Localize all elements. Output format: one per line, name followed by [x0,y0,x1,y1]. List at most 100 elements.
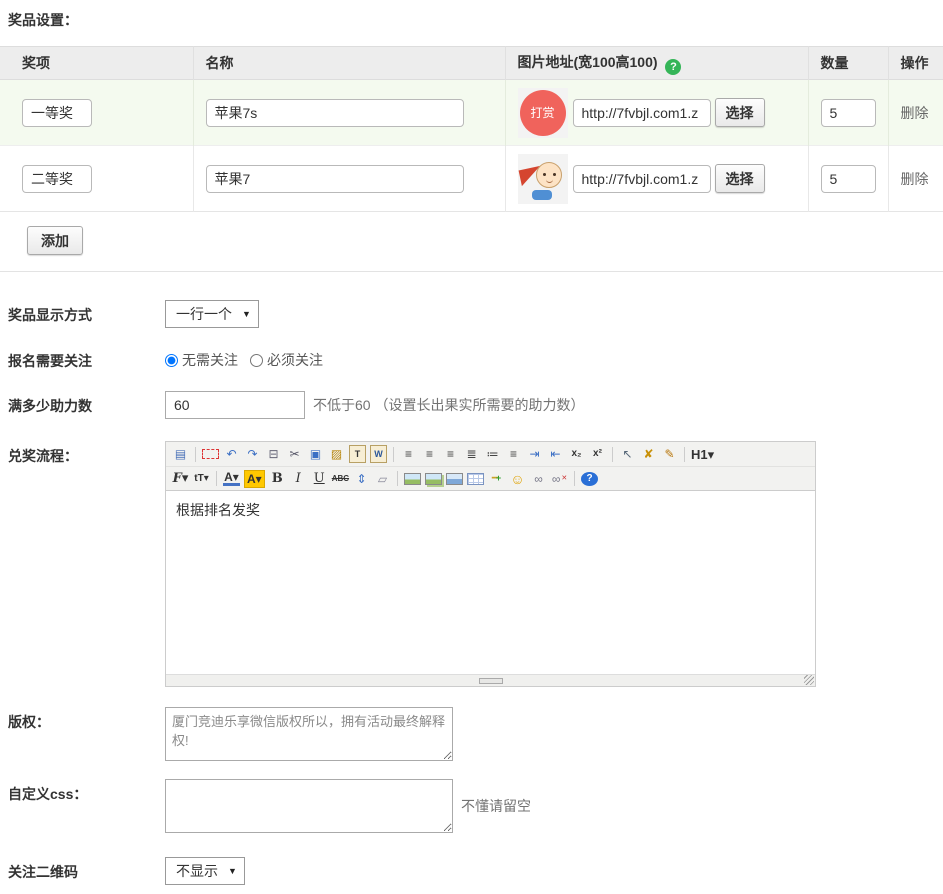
editor-statusbar [166,674,815,686]
emoticon-icon[interactable]: ☺ [509,470,526,488]
follow-none-radio[interactable] [165,354,178,367]
display-mode-select[interactable]: 一行一个 ▼ [165,300,259,328]
display-mode-row: 奖品显示方式 一行一个 ▼ [8,300,943,328]
toolbar-separator [195,447,196,462]
header-action: 操作 [888,47,943,80]
prize-title-input[interactable] [22,99,92,127]
table-row: 打赏 选择 删除 [0,80,943,146]
editor-resize-handle[interactable] [478,676,504,685]
add-prize-button[interactable]: 添加 [27,226,83,255]
toolbar-separator [397,471,398,486]
table-icon[interactable] [467,473,484,485]
follow-none-option[interactable]: 无需关注 [165,350,238,370]
eraser-icon[interactable]: ▱ [374,470,391,488]
copyright-row: 版权： 厦门竞迪乐享微信版权所以，拥有活动最终解释权! [8,707,943,761]
clear-format-icon[interactable]: ✘ [640,445,657,463]
align-right-icon[interactable]: ≡ [442,445,459,463]
undo-icon[interactable]: ↶ [223,445,240,463]
media-icon[interactable] [446,473,463,485]
custom-css-textarea[interactable] [165,779,453,833]
min-boost-input[interactable] [165,391,305,419]
quantity-input[interactable] [821,99,876,127]
copyright-label: 版权： [8,707,165,732]
prize-name-input[interactable] [206,165,464,193]
align-center-icon[interactable]: ≡ [421,445,438,463]
bold-icon[interactable]: B [269,470,286,488]
choose-image-button[interactable]: 选择 [715,98,765,127]
cut-icon[interactable]: ✂ [286,445,303,463]
justify-icon[interactable]: ≣ [463,445,480,463]
paste-icon[interactable]: ▨ [328,445,345,463]
quick-format-icon[interactable]: ✎ [661,445,678,463]
table-row: 选择 删除 [0,146,943,212]
header-quantity: 数量 [808,47,888,80]
image-icon[interactable] [404,473,421,485]
editor-corner-grip[interactable] [804,675,814,685]
settings-form: 奖品显示方式 一行一个 ▼ 报名需要关注 无需关注 必须关注 [0,300,943,894]
font-size-icon[interactable]: tT▾ [193,470,210,488]
link-icon[interactable]: ∞ [530,470,547,488]
image-url-input[interactable] [573,99,711,127]
choose-image-button[interactable]: 选择 [715,164,765,193]
editor-content[interactable]: 根据排名发奖 [166,490,815,674]
fullscreen-icon[interactable] [202,449,219,459]
outdent-icon[interactable]: ⇤ [547,445,564,463]
batch-image-icon[interactable] [425,473,442,485]
underline-icon[interactable]: U [311,470,328,488]
select-all-icon[interactable]: ↖ [619,445,636,463]
follow-must-option[interactable]: 必须关注 [250,350,323,370]
copy-icon[interactable]: ▣ [307,445,324,463]
display-mode-value: 一行一个 [176,304,232,324]
help-icon[interactable]: ? [665,59,681,75]
custom-css-label: 自定义css： [8,779,165,804]
paste-from-word-icon[interactable]: W [370,445,387,463]
toolbar-separator [216,471,217,486]
toolbar-separator [684,447,685,462]
toolbar-separator [574,471,575,486]
editor-toolbar-row2: F▾tT▾A▾A▾BIUABC⇕▱━☺∞∞? [166,466,815,490]
ordered-list-icon[interactable]: ≔ [484,445,501,463]
toolbar-separator [393,447,394,462]
header-prize: 奖项 [0,47,193,80]
heading-dropdown[interactable]: H1▾ [691,445,714,463]
header-image-url: 图片地址(宽100高100) ? [505,47,808,80]
redeem-process-label: 兑奖流程： [8,441,165,466]
highlight-color-icon[interactable]: A▾ [244,470,265,488]
quantity-input[interactable] [821,165,876,193]
subscript-icon[interactable]: x₂ [568,445,585,463]
unordered-list-icon[interactable]: ≡ [505,445,522,463]
copyright-textarea[interactable]: 厦门竞迪乐享微信版权所以，拥有活动最终解释权! [165,707,453,761]
image-url-input[interactable] [573,165,711,193]
header-name: 名称 [193,47,505,80]
delete-row-link[interactable]: 删除 [901,105,929,121]
align-left-icon[interactable]: ≡ [400,445,417,463]
delete-row-link[interactable]: 删除 [901,171,929,187]
paste-as-text-icon[interactable]: T [349,445,366,463]
reward-circle-icon: 打赏 [520,90,566,136]
min-boost-hint: 不低于60 （设置长出果实所需要的助力数） [313,395,584,415]
hr-icon[interactable]: ━ [488,470,505,488]
custom-css-hint: 不懂请留空 [461,796,531,816]
font-family-icon[interactable]: F▾ [172,470,189,488]
min-boost-label: 满多少助力数 [8,391,165,416]
italic-icon[interactable]: I [290,470,307,488]
strikethrough-icon[interactable]: ABC [332,470,349,488]
print-icon[interactable]: ⊟ [265,445,282,463]
prize-name-input[interactable] [206,99,464,127]
prize-image-thumbnail [518,154,568,204]
prize-title-input[interactable] [22,165,92,193]
unlink-icon[interactable]: ∞ [551,470,568,488]
indent-icon[interactable]: ⇥ [526,445,543,463]
superscript-icon[interactable]: x² [589,445,606,463]
qrcode-select[interactable]: 不显示 ▼ [165,857,245,885]
line-height-icon[interactable]: ⇕ [353,470,370,488]
rich-text-editor: ▤↶↷⊟✂▣▨TW≡≡≡≣≔≡⇥⇤x₂x²↖✘✎H1▾ F▾tT▾A▾A▾BIU… [165,441,816,687]
redo-icon[interactable]: ↷ [244,445,261,463]
prize-table: 奖项 名称 图片地址(宽100高100) ? 数量 操作 [0,46,943,212]
source-icon[interactable]: ▤ [172,445,189,463]
text-color-icon[interactable]: A▾ [223,471,240,486]
about-icon[interactable]: ? [581,472,598,486]
superhero-baby-image [518,154,568,204]
follow-must-radio[interactable] [250,354,263,367]
add-row-section: 添加 [0,212,943,272]
